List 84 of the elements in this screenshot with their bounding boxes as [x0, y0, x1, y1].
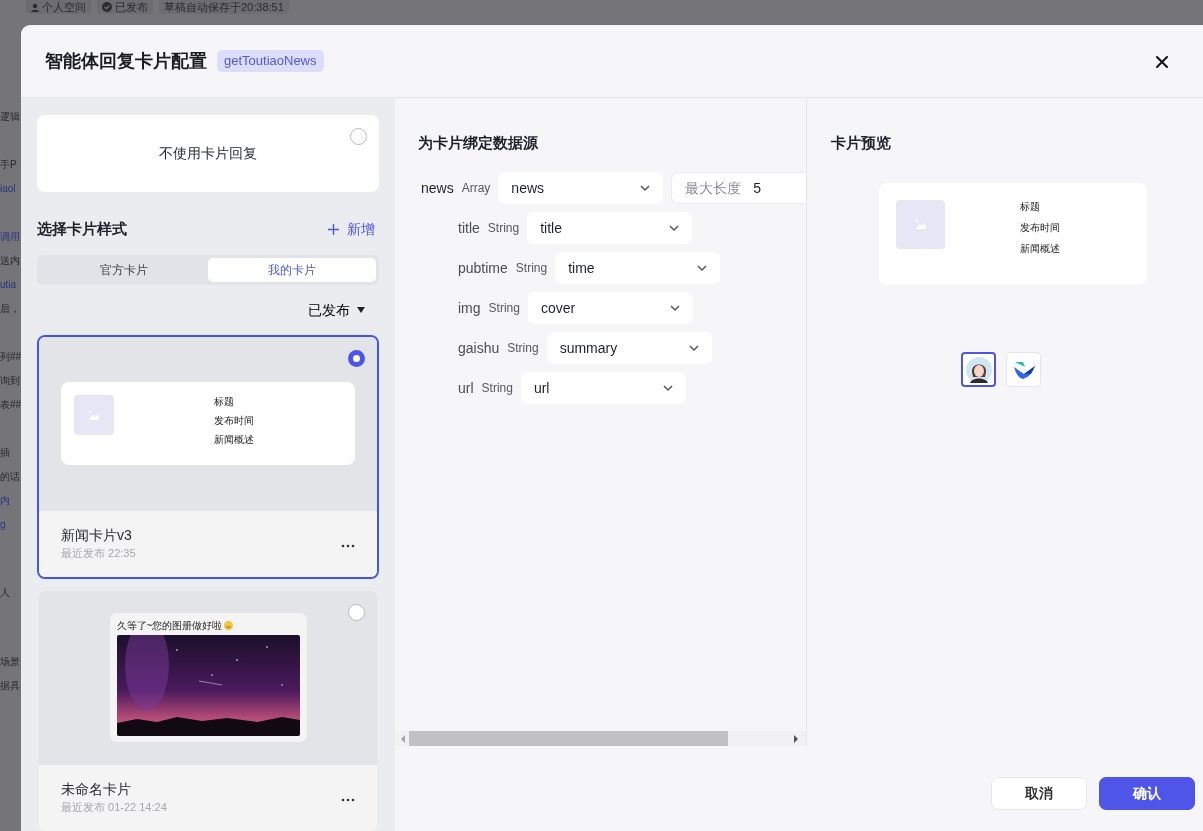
publish-time: 最近发布 01-22 14:24 [61, 799, 167, 815]
field-name: news [421, 178, 454, 198]
background-link-text: 调用 [0, 230, 20, 244]
field-select[interactable]: time [555, 252, 721, 284]
theme-thumbnail[interactable] [961, 352, 996, 387]
field-name: url [458, 378, 474, 398]
preview-text: 标题 [1020, 200, 1041, 213]
confirm-button[interactable]: 确认 [1099, 777, 1195, 810]
background-link-text: 内 [0, 494, 10, 508]
section-title: 选择卡片样式 [37, 219, 127, 239]
filter-dropdown[interactable]: 已发布 [308, 299, 379, 321]
background-text: 场景 [0, 655, 20, 669]
tab[interactable]: 我的卡片 [208, 257, 376, 282]
preview-text: 发布时间 [214, 414, 254, 427]
background-text: 插 [0, 446, 10, 460]
field-select[interactable]: url [520, 372, 686, 404]
preview-caption: 久等了~您的图册做好啦 [116, 619, 223, 632]
chevron-down-icon [661, 383, 674, 393]
smiley-icon [224, 621, 234, 630]
scroll-right-icon[interactable] [792, 734, 800, 743]
field-type: String [487, 220, 520, 237]
card-option[interactable]: 标题 发布时间 新闻概述 新闻卡片v3 最近发布 22:35 [37, 334, 379, 579]
field-select[interactable]: cover [527, 292, 693, 324]
chevron-down-icon [687, 343, 700, 353]
add-button[interactable]: 新增 [324, 218, 379, 240]
card-name: 新闻卡片v3 [61, 525, 133, 545]
max-length-field[interactable]: 最大长度 5 [671, 172, 806, 204]
background-link-text: utia [0, 278, 17, 292]
field-name: img [458, 298, 481, 318]
panel-title: 为卡片绑定数据源 [418, 133, 539, 153]
field-name: pubtime [458, 258, 508, 278]
background-text: 的话 [0, 470, 20, 484]
function-tag: getToutiaoNews [217, 50, 324, 72]
field-type: String [515, 260, 548, 277]
field-type: Array [461, 180, 491, 197]
card-option[interactable]: 久等了~您的图册做好啦 未命名卡片 最近发布 01-22 14:24 [37, 588, 379, 831]
chevron-down-icon [668, 303, 681, 313]
chevron-down-icon [639, 183, 652, 193]
plus-icon [328, 223, 339, 235]
field-select[interactable]: news [498, 172, 664, 204]
radio-button[interactable] [350, 128, 367, 145]
chip-label: 个人空间 [42, 0, 86, 14]
field-type: String [481, 380, 513, 397]
autosave-status: 草稿自动保存于20:38:51 [159, 0, 289, 14]
preview-text: 新闻概述 [1020, 242, 1060, 255]
background-link-text: iaol [0, 182, 16, 196]
chevron-down-icon [668, 223, 681, 233]
preview-text: 新闻概述 [214, 433, 254, 446]
close-icon [1155, 54, 1169, 69]
option-label: 不使用卡片回复 [159, 144, 257, 163]
background-text: 表## [0, 398, 22, 412]
more-icon [341, 543, 355, 548]
background-text: 列## [0, 350, 22, 364]
background-text: 后， [0, 302, 20, 316]
background-text: 手P [0, 158, 17, 172]
preview-text: 发布时间 [1020, 221, 1060, 234]
publish-time: 最近发布 22:35 [61, 545, 136, 561]
person-icon [31, 2, 39, 12]
background-text: 人 [0, 586, 10, 600]
background-text: 送内 [0, 254, 20, 268]
background-text: 逻辑 [0, 110, 20, 124]
image-placeholder-icon [88, 409, 100, 421]
avatar-icon [965, 356, 992, 383]
chip-label: 已发布 [115, 0, 148, 14]
card-name: 未命名卡片 [61, 779, 132, 799]
dialog-title: 智能体回复卡片配置 [45, 49, 207, 73]
field-select[interactable]: title [527, 212, 693, 244]
background-link-text: g [0, 518, 6, 532]
field-select[interactable]: summary [546, 332, 712, 364]
cancel-button[interactable]: 取消 [991, 777, 1087, 810]
preview-text: 标题 [214, 395, 235, 408]
more-icon [341, 797, 355, 802]
panel-title: 卡片预览 [831, 133, 892, 153]
no-card-option[interactable]: 不使用卡片回复 [37, 115, 379, 192]
tab[interactable]: 官方卡片 [40, 257, 208, 282]
field-name: gaishu [458, 338, 500, 358]
field-name: title [458, 218, 480, 238]
field-type: String [507, 340, 539, 357]
background-text: 询到 [0, 374, 20, 388]
horizontal-scrollbar[interactable] [395, 731, 806, 746]
image-placeholder-icon [914, 219, 927, 230]
caret-down-icon [357, 307, 365, 313]
chevron-down-icon [696, 263, 709, 273]
field-type: String [488, 300, 520, 317]
